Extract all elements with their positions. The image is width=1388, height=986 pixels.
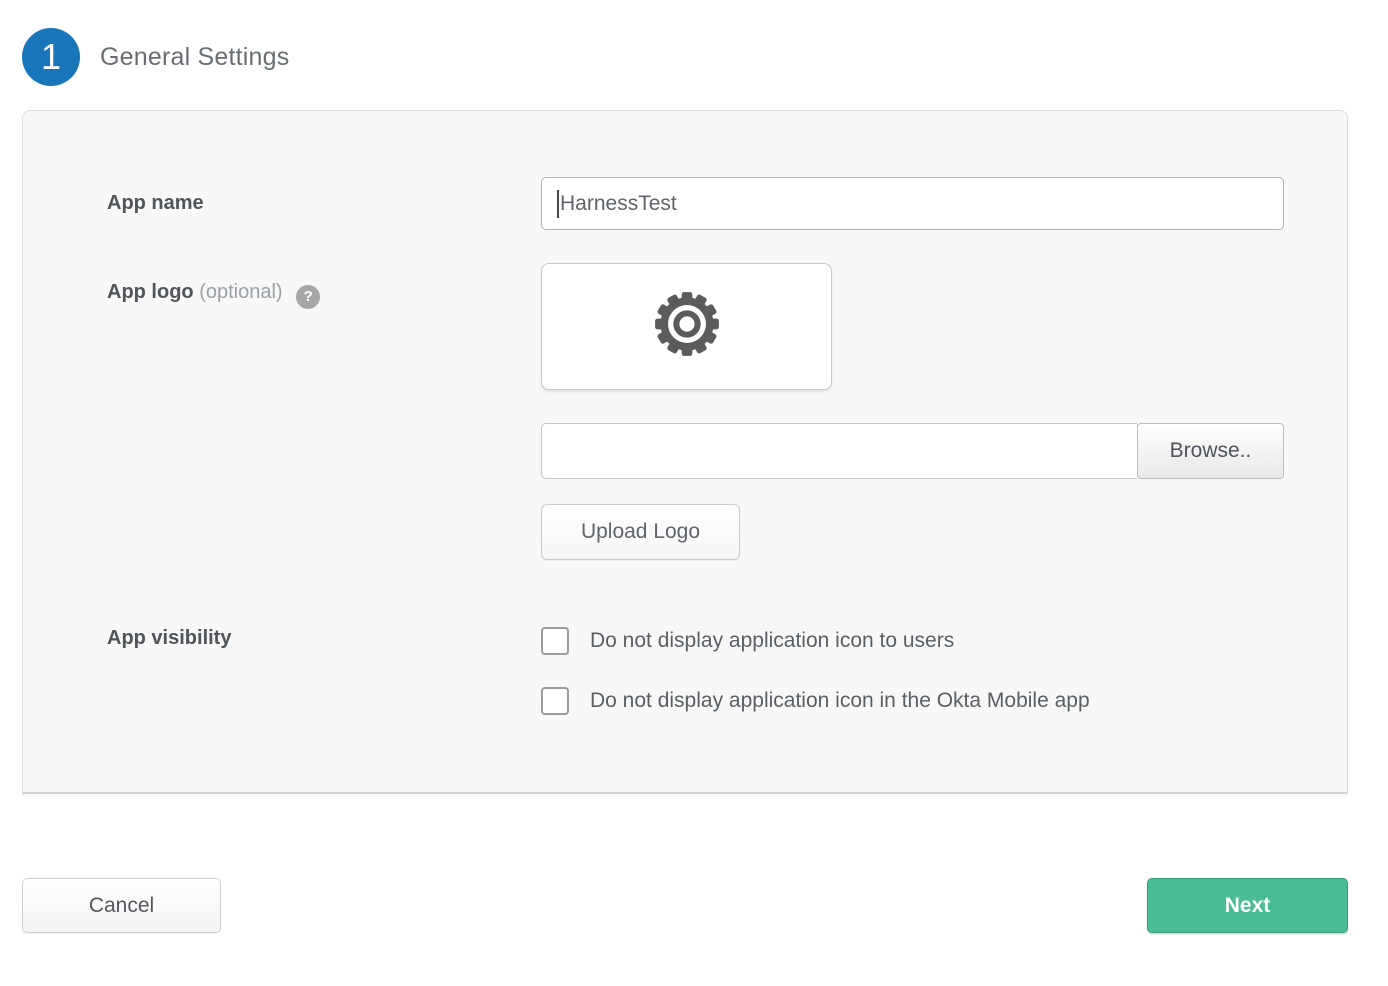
general-settings-panel: App name HarnessTest App logo (optional)… xyxy=(22,110,1348,794)
upload-logo-button[interactable]: Upload Logo xyxy=(541,504,740,560)
page-title: General Settings xyxy=(100,43,289,72)
app-logo-label: App logo xyxy=(107,281,194,303)
step-number-badge: 1 xyxy=(22,28,80,86)
checkbox-label: Do not display application icon in the O… xyxy=(590,689,1090,713)
app-visibility-row: App visibility Do not display applicatio… xyxy=(85,627,1282,715)
cancel-button[interactable]: Cancel xyxy=(22,878,221,933)
checkbox-hide-icon-mobile[interactable] xyxy=(541,687,569,715)
browse-button[interactable]: Browse.. xyxy=(1137,423,1284,479)
app-logo-optional-label: (optional) xyxy=(199,281,282,303)
logo-file-row: Browse.. xyxy=(541,423,1284,479)
checkbox-label: Do not display application icon to users xyxy=(590,629,954,653)
visibility-option-users: Do not display application icon to users xyxy=(541,627,1282,655)
app-visibility-label: App visibility xyxy=(85,627,541,650)
question-mark-icon[interactable]: ? xyxy=(296,285,320,309)
app-logo-row: App logo (optional) ? xyxy=(85,263,1282,560)
next-button[interactable]: Next xyxy=(1147,878,1348,933)
visibility-option-mobile: Do not display application icon in the O… xyxy=(541,687,1282,715)
step-header: 1 General Settings xyxy=(22,28,1348,86)
logo-file-input[interactable] xyxy=(541,423,1137,479)
app-name-value: HarnessTest xyxy=(560,192,677,216)
app-name-row: App name HarnessTest xyxy=(85,177,1282,230)
text-cursor xyxy=(557,190,559,218)
app-name-label: App name xyxy=(85,192,541,215)
wizard-footer: Cancel Next xyxy=(22,878,1348,933)
general-settings-page: 1 General Settings App name HarnessTest … xyxy=(22,28,1348,933)
checkbox-hide-icon-users[interactable] xyxy=(541,627,569,655)
app-name-input[interactable]: HarnessTest xyxy=(541,177,1284,230)
gear-icon xyxy=(649,286,725,367)
app-logo-preview xyxy=(541,263,832,390)
